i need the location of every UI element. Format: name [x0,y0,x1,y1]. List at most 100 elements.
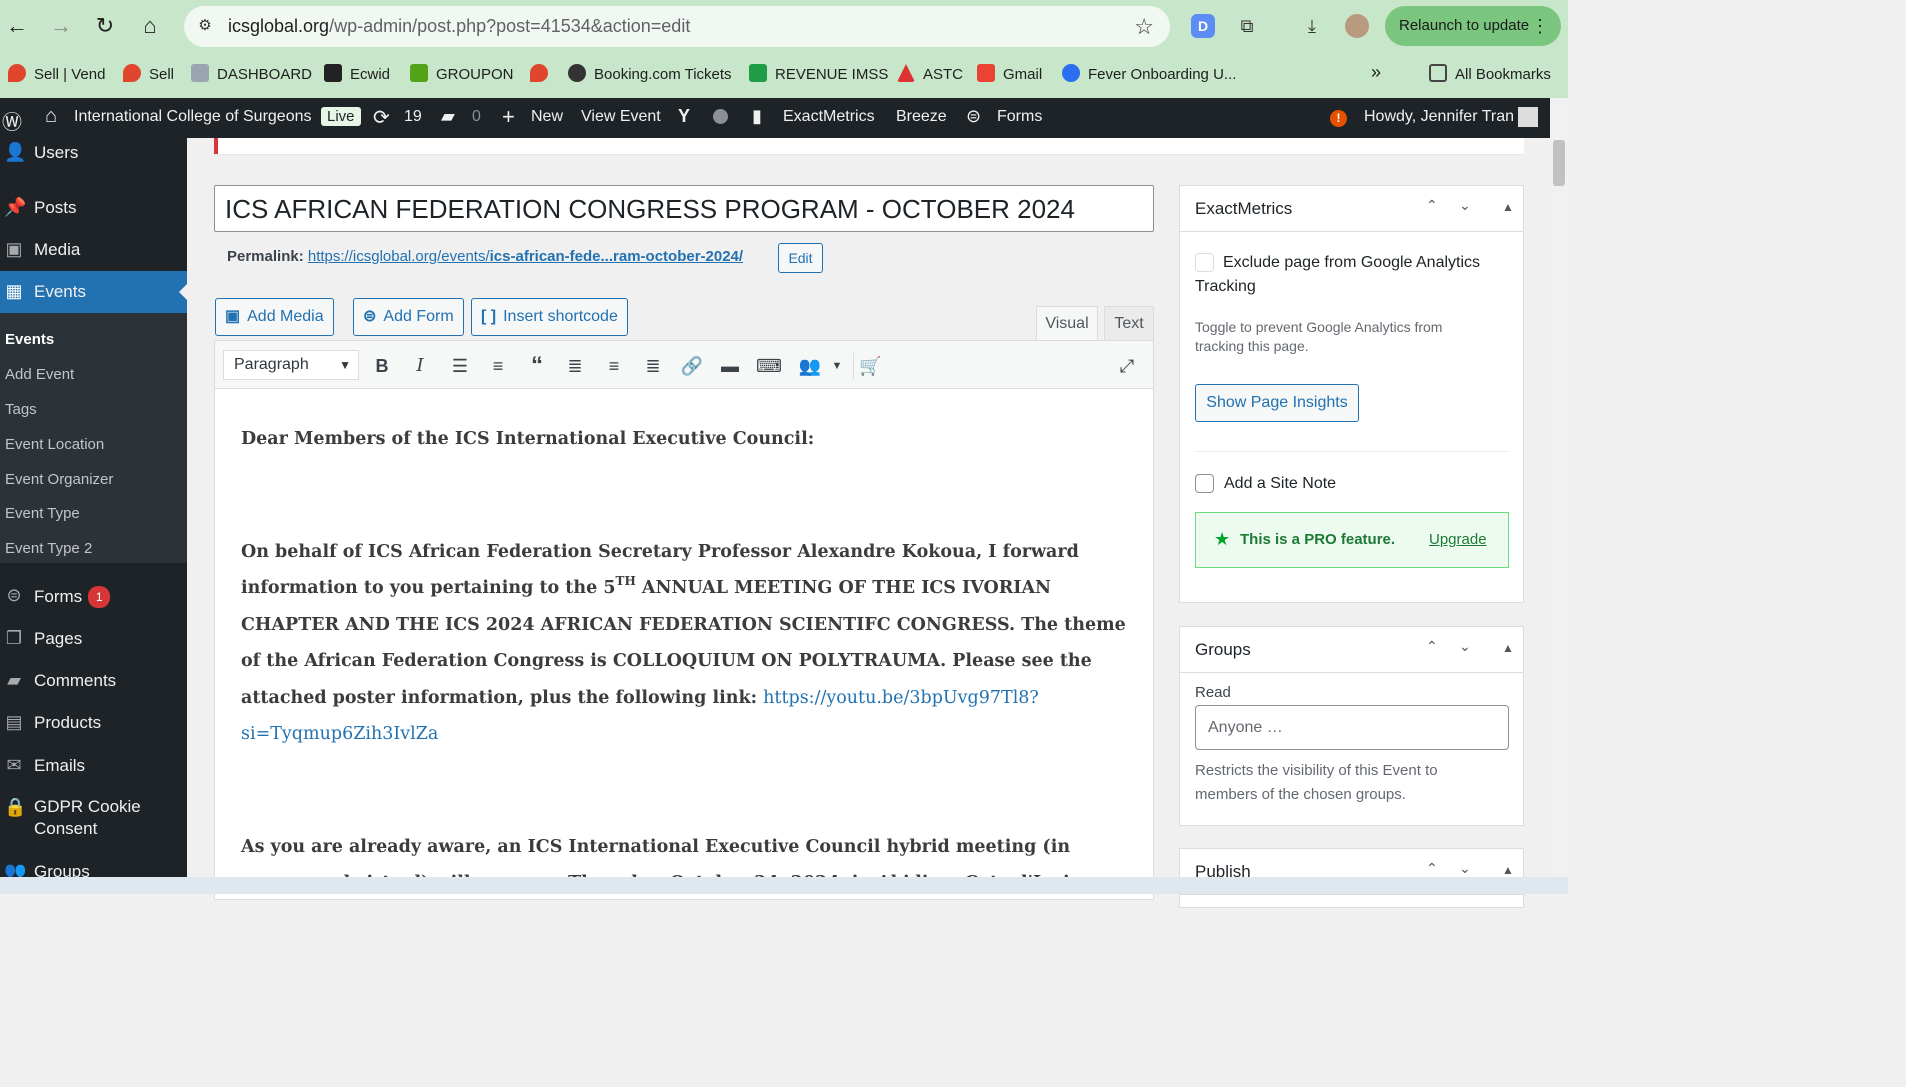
submenu-event-location[interactable]: Event Location [5,436,104,453]
forms-icon[interactable]: ⊜ [966,106,981,127]
user-avatar[interactable] [1518,107,1538,127]
bookmark-sell-vend[interactable]: Sell | Vend [8,64,105,83]
relaunch-button[interactable]: Relaunch to update ⋮ [1385,6,1561,46]
breeze-link[interactable]: Breeze [896,108,947,126]
add-media-button[interactable]: ▣ Add Media [215,298,334,336]
more-bookmarks-chevron-icon[interactable]: » [1371,62,1381,83]
address-bar[interactable]: ⚙ icsglobal.org/wp-admin/post.php?post=4… [184,6,1170,47]
site-note-checkbox[interactable] [1195,474,1214,493]
align-center-icon[interactable]: ≡ [601,353,627,379]
extensions-puzzle-icon[interactable]: ⧉ [1235,14,1259,38]
home-icon[interactable]: ⌂ [45,105,57,128]
move-down-icon[interactable]: ⌄ [1459,197,1471,214]
move-down-icon[interactable]: ⌄ [1459,860,1471,877]
insert-shortcode-button[interactable]: [ ] Insert shortcode [471,298,628,336]
updates-count[interactable]: 19 [404,108,422,126]
forms-link[interactable]: Forms [997,108,1042,126]
align-left-icon[interactable]: ≣ [562,353,588,379]
move-up-icon[interactable]: ⌃ [1426,860,1438,877]
align-right-icon[interactable]: ≣ [640,353,666,379]
yoast-icon[interactable]: Y [678,106,690,127]
menu-forms[interactable]: ⊜ Forms 1 [0,575,187,617]
menu-emails[interactable]: ✉ Emails [0,745,187,787]
bookmark-dashboard[interactable]: DASHBOARD [191,64,312,83]
howdy-user-link[interactable]: Howdy, Jennifer Tran [1364,108,1514,126]
bold-icon[interactable]: B [369,353,395,379]
plus-icon[interactable]: + [502,104,515,130]
content-editor[interactable]: Paragraph ▼ B I ☰ ≡ “ ≣ ≡ ≣ 🔗 ▬ ⌨ 👥 ▼ 🛒 ⤢… [214,340,1154,900]
submenu-event-organizer[interactable]: Event Organizer [5,471,113,488]
site-info-icon[interactable]: ⚙ [194,15,216,37]
forward-icon[interactable]: → [48,13,74,39]
site-name-link[interactable]: International College of Surgeons [74,108,312,126]
add-form-button[interactable]: ⊜ Add Form [353,298,464,336]
link-icon[interactable]: 🔗 [679,353,705,379]
menu-users[interactable]: 👤 Users [0,138,187,174]
bar-chart-icon[interactable]: ▮ [752,106,762,127]
move-down-icon[interactable]: ⌄ [1459,638,1471,655]
bookmark-booking[interactable]: Booking.com Tickets [568,64,732,83]
menu-posts[interactable]: 📌 Posts [0,187,187,229]
new-link[interactable]: New [531,108,563,126]
collapse-toggle-icon[interactable]: ▲ [1502,863,1514,877]
submenu-event-type[interactable]: Event Type [5,505,80,522]
extension-d-icon[interactable]: D [1191,14,1215,38]
page-scrollbar[interactable] [1550,98,1568,894]
home-icon[interactable]: ⌂ [137,13,163,39]
tab-visual[interactable]: Visual [1036,306,1098,340]
submenu-events[interactable]: Events [5,331,54,348]
tab-text[interactable]: Text [1104,306,1154,340]
italic-icon[interactable]: I [407,353,433,379]
comments-count[interactable]: 0 [472,108,481,126]
reload-icon[interactable]: ↻ [92,13,118,39]
menu-dots-icon[interactable]: ⋮ [1531,6,1549,46]
view-event-link[interactable]: View Event [581,108,661,126]
upgrade-link[interactable]: Upgrade [1429,531,1487,548]
alert-icon[interactable]: ! [1330,110,1347,127]
blockquote-icon[interactable]: “ [524,353,550,379]
groups-read-select[interactable]: Anyone … [1195,705,1509,750]
exactmetrics-link[interactable]: ExactMetrics [783,108,875,126]
menu-events[interactable]: ▦ Events [0,271,187,313]
format-select[interactable]: Paragraph ▼ [223,350,359,380]
groups-people-icon[interactable]: 👥 [793,353,827,379]
bookmark-sell[interactable]: Sell [123,64,174,83]
fullscreen-icon[interactable]: ⤢ [1114,353,1140,379]
download-icon[interactable]: ⤓ [1300,14,1324,38]
wordpress-logo-icon[interactable]: Ⓦ [2,106,22,135]
comments-icon[interactable]: ▰ [441,106,455,127]
submenu-event-type-2[interactable]: Event Type 2 [5,540,92,557]
menu-media[interactable]: ▣ Media [0,229,187,271]
collapse-toggle-icon[interactable]: ▲ [1502,200,1514,214]
bookmark-flame[interactable] [530,64,556,83]
updates-icon[interactable]: ⟳ [373,105,390,130]
editor-content[interactable]: Dear Members of the ICS International Ex… [241,421,1131,902]
back-icon[interactable]: ← [4,13,30,39]
submenu-add-event[interactable]: Add Event [5,366,74,383]
bulleted-list-icon[interactable]: ☰ [447,353,473,379]
keyboard-icon[interactable]: ⌨ [756,353,782,379]
permalink-link[interactable]: https://icsglobal.org/events/ics-african… [308,248,743,265]
cart-icon[interactable]: 🛒 [853,353,887,379]
bookmark-astc[interactable]: ASTC [897,64,963,83]
move-up-icon[interactable]: ⌃ [1426,638,1438,655]
read-more-icon[interactable]: ▬ [717,353,743,379]
bookmark-gmail[interactable]: Gmail [977,64,1042,83]
post-title-input[interactable]: ICS AFRICAN FEDERATION CONGRESS PROGRAM … [214,185,1154,232]
menu-gdpr-cookie-consent[interactable]: 🔒 GDPR Cookie Consent [0,787,187,843]
groups-dropdown-caret-icon[interactable]: ▼ [824,353,850,379]
menu-comments[interactable]: ▰ Comments [0,660,187,702]
menu-pages[interactable]: ❐ Pages [0,618,187,660]
scrollbar-thumb[interactable] [1553,140,1565,186]
bookmark-star-icon[interactable]: ☆ [1134,14,1154,40]
move-up-icon[interactable]: ⌃ [1426,197,1438,214]
submenu-tags[interactable]: Tags [5,401,37,418]
show-page-insights-button[interactable]: Show Page Insights [1195,384,1359,422]
bookmark-revenue-imss[interactable]: REVENUE IMSS [749,64,888,83]
collapse-toggle-icon[interactable]: ▲ [1502,641,1514,655]
profile-avatar[interactable] [1345,14,1369,38]
bookmark-groupon[interactable]: GROUPON [410,64,514,83]
menu-products[interactable]: ▤ Products [0,702,187,744]
bookmark-fever[interactable]: Fever Onboarding U... [1062,64,1236,83]
all-bookmarks[interactable]: All Bookmarks [1429,64,1551,83]
